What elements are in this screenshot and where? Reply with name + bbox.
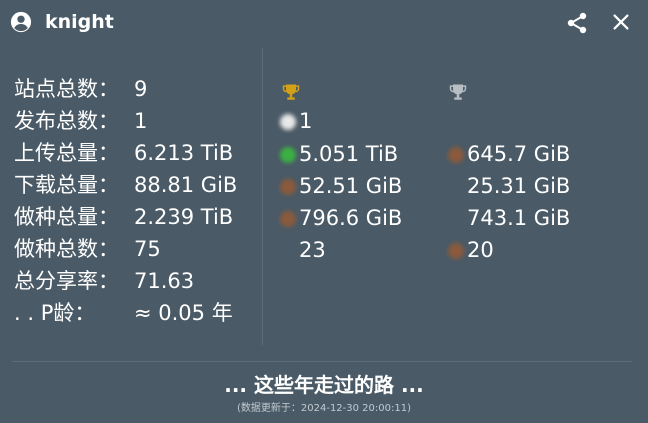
footer-title: ... 这些年走过的路 ... (224, 373, 424, 397)
site-avatar (280, 211, 296, 227)
stat-download-total: 下载总量： 88.81 GiB (14, 169, 237, 201)
stat-value: ≈ 0.05 年 (134, 301, 233, 325)
trophy-gold-icon (282, 84, 300, 100)
stat-value: 1 (134, 109, 148, 133)
header-bar: knight (0, 0, 648, 46)
stat-value: 2.239 TiB (134, 205, 234, 229)
stat-label: . . P龄： (14, 301, 96, 325)
gold-download: 52.51 GiB (299, 174, 403, 198)
silver-seeding-count: 20 (467, 238, 494, 262)
stat-label: 发布总数： (14, 109, 119, 133)
gold-release-count: 1 (299, 109, 313, 133)
share-icon[interactable] (565, 11, 589, 35)
stat-label: 做种总数： (14, 237, 119, 261)
account-circle-icon (10, 11, 32, 33)
gold-seeding-size: 796.6 GiB (299, 206, 403, 230)
stat-release-count: 发布总数： 1 (14, 105, 237, 137)
site-avatar (280, 147, 296, 163)
username: knight (45, 11, 114, 33)
stat-label: 总分享率： (14, 269, 119, 293)
site-avatar (448, 147, 464, 163)
stat-label: 做种总量： (14, 205, 119, 229)
stat-value: 6.213 TiB (134, 141, 234, 165)
update-timestamp: (数据更新于：2024-12-30 20:00:11) (236, 403, 411, 414)
stat-label: 下载总量： (14, 173, 119, 197)
stat-site-count: 站点总数： 9 (14, 73, 237, 105)
trophy-silver-icon (449, 84, 467, 100)
column-divider (262, 48, 263, 345)
close-icon[interactable] (610, 11, 632, 33)
stat-value: 71.63 (134, 269, 195, 293)
site-avatar (280, 114, 296, 130)
stat-account-age: . . P龄： ≈ 0.05 年 (14, 297, 237, 329)
stat-value: 75 (134, 237, 161, 261)
gold-seeding-count: 23 (299, 238, 326, 262)
stat-seeding-count: 做种总数： 75 (14, 233, 237, 265)
site-avatar (448, 243, 464, 259)
footer-divider (12, 361, 632, 362)
gold-upload: 5.051 TiB (299, 142, 399, 166)
stats-summary: 站点总数： 9 发布总数： 1 上传总量： 6.213 TiB 下载总量： 88.81 … (14, 73, 237, 329)
stat-value: 9 (134, 77, 148, 101)
stat-share-ratio: 总分享率： 71.63 (14, 265, 237, 297)
silver-seeding-size: 743.1 GiB (467, 206, 571, 230)
stat-seeding-size: 做种总量： 2.239 TiB (14, 201, 237, 233)
stat-label: 上传总量： (14, 141, 119, 165)
stat-value: 88.81 GiB (134, 173, 238, 197)
silver-download: 25.31 GiB (467, 174, 571, 198)
stat-upload-total: 上传总量： 6.213 TiB (14, 137, 237, 169)
stat-label: 站点总数： (14, 77, 119, 101)
site-avatar (280, 179, 296, 195)
silver-upload: 645.7 GiB (467, 142, 571, 166)
